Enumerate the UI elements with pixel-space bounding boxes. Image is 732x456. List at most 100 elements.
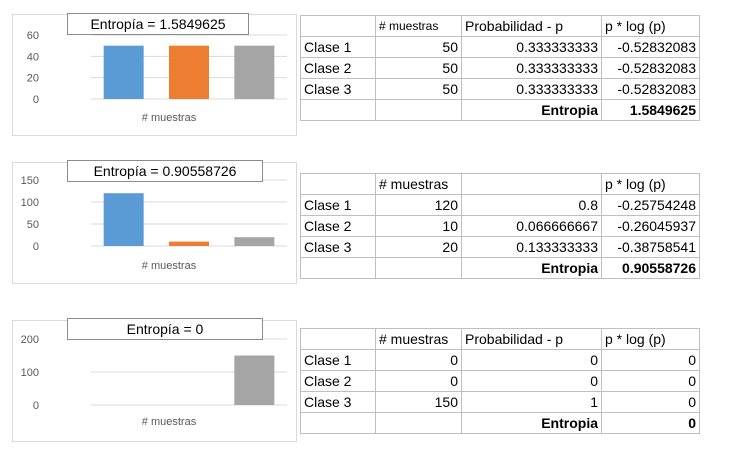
bar	[234, 237, 275, 246]
bar	[169, 45, 209, 99]
bar	[103, 45, 144, 99]
y-tick-label: 100	[21, 367, 39, 379]
table-row: # muestras Probabilidad - p p * log (p)	[300, 15, 700, 37]
prob-cell: 0.8	[461, 194, 602, 216]
table-3: # muestras Probabilidad - p p * log (p) …	[300, 328, 700, 434]
x-axis-label: # muestras	[142, 260, 197, 272]
prob-cell: 0.333333333	[461, 36, 602, 58]
prob-cell: 0.066666667	[461, 215, 602, 237]
plogp-cell: 0	[601, 370, 700, 392]
y-tick-label: 20	[27, 73, 39, 85]
class-cell: Clase 3	[300, 78, 376, 100]
count-cell: 0	[375, 370, 462, 392]
header-cell	[300, 173, 376, 195]
table-1: # muestras Probabilidad - p p * log (p) …	[300, 15, 700, 121]
table-row: Clase 1 0 0 0	[300, 349, 700, 371]
entropy-label: Entropia	[461, 412, 602, 434]
count-cell: 20	[375, 236, 462, 258]
table-row: Entropia 0	[300, 412, 700, 434]
table-row: Clase 1 50 0.333333333 -0.52832083	[300, 36, 700, 58]
header-cell: p * log (p)	[601, 173, 700, 195]
header-cell: p * log (p)	[601, 328, 700, 350]
table-row: Clase 2 10 0.066666667 -0.26045937	[300, 215, 700, 237]
header-cell: # muestras	[375, 15, 462, 37]
header-cell: Probabilidad - p	[461, 328, 602, 350]
table-row: Entropia 0.90558726	[300, 257, 700, 279]
table-row: Entropia 1.5849625	[300, 99, 700, 121]
prob-cell: 0.333333333	[461, 57, 602, 79]
x-axis-label: # muestras	[142, 112, 197, 124]
plogp-cell: -0.52832083	[601, 57, 700, 79]
header-cell	[461, 173, 602, 195]
y-tick-label: 50	[27, 219, 39, 231]
prob-cell: 0.333333333	[461, 78, 602, 100]
count-cell: 150	[375, 391, 462, 413]
count-cell: 0	[375, 349, 462, 371]
table-row: Clase 1 120 0.8 -0.25754248	[300, 194, 700, 216]
bar	[103, 193, 144, 246]
table-row: Clase 3 150 1 0	[300, 391, 700, 413]
class-cell: Clase 1	[300, 349, 376, 371]
table-row: Clase 3 20 0.133333333 -0.38758541	[300, 236, 700, 258]
bar	[234, 45, 275, 99]
chart-1-title: Entropía = 1.5849625	[67, 13, 249, 35]
empty-cell	[375, 99, 462, 121]
count-cell: 120	[375, 194, 462, 216]
class-cell: Clase 2	[300, 370, 376, 392]
entropy-label: Entropia	[461, 257, 602, 279]
prob-cell: 0.133333333	[461, 236, 602, 258]
plogp-cell: -0.26045937	[601, 215, 700, 237]
empty-cell	[375, 412, 462, 434]
chart-2-title: Entropía = 0.90558726	[67, 160, 263, 182]
entropy-label: Entropia	[461, 99, 602, 121]
prob-cell: 0	[461, 370, 602, 392]
empty-cell	[300, 99, 376, 121]
prob-cell: 1	[461, 391, 602, 413]
y-tick-label: 40	[27, 51, 39, 63]
y-tick-label: 150	[21, 175, 39, 187]
table-row: # muestras p * log (p)	[300, 173, 700, 195]
x-axis-label: # muestras	[142, 416, 197, 428]
table-row: # muestras Probabilidad - p p * log (p)	[300, 328, 700, 350]
prob-cell: 0	[461, 349, 602, 371]
plogp-cell: -0.38758541	[601, 236, 700, 258]
class-cell: Clase 3	[300, 236, 376, 258]
table-2: # muestras p * log (p) Clase 1 120 0.8 -…	[300, 173, 700, 279]
chart-3-title: Entropía = 0	[67, 318, 263, 340]
y-tick-label: 0	[33, 241, 39, 253]
class-cell: Clase 1	[300, 194, 376, 216]
table-row: Clase 2 0 0 0	[300, 370, 700, 392]
entropy-value: 0.90558726	[601, 257, 700, 279]
header-cell: Probabilidad - p	[461, 15, 602, 37]
empty-cell	[300, 257, 376, 279]
empty-cell	[300, 412, 376, 434]
count-cell: 50	[375, 57, 462, 79]
entropy-value: 1.5849625	[601, 99, 700, 121]
table-row: Clase 3 50 0.333333333 -0.52832083	[300, 78, 700, 100]
header-cell: # muestras	[375, 328, 462, 350]
bar	[169, 241, 209, 246]
y-tick-label: 200	[21, 334, 39, 346]
plogp-cell: -0.52832083	[601, 78, 700, 100]
entropy-value: 0	[601, 412, 700, 434]
y-tick-label: 0	[33, 400, 39, 412]
count-cell: 50	[375, 78, 462, 100]
header-cell: # muestras	[375, 173, 462, 195]
y-tick-label: 100	[21, 197, 39, 209]
plogp-cell: -0.25754248	[601, 194, 700, 216]
class-cell: Clase 1	[300, 36, 376, 58]
y-tick-label: 60	[27, 30, 39, 42]
plogp-cell: 0	[601, 391, 700, 413]
count-cell: 50	[375, 36, 462, 58]
table-row: Clase 2 50 0.333333333 -0.52832083	[300, 57, 700, 79]
bar	[234, 355, 275, 405]
class-cell: Clase 2	[300, 215, 376, 237]
plogp-cell: 0	[601, 349, 700, 371]
count-cell: 10	[375, 215, 462, 237]
empty-cell	[375, 257, 462, 279]
header-cell: p * log (p)	[601, 15, 700, 37]
header-cell	[300, 15, 376, 37]
y-tick-label: 0	[33, 94, 39, 106]
plogp-cell: -0.52832083	[601, 36, 700, 58]
class-cell: Clase 2	[300, 57, 376, 79]
